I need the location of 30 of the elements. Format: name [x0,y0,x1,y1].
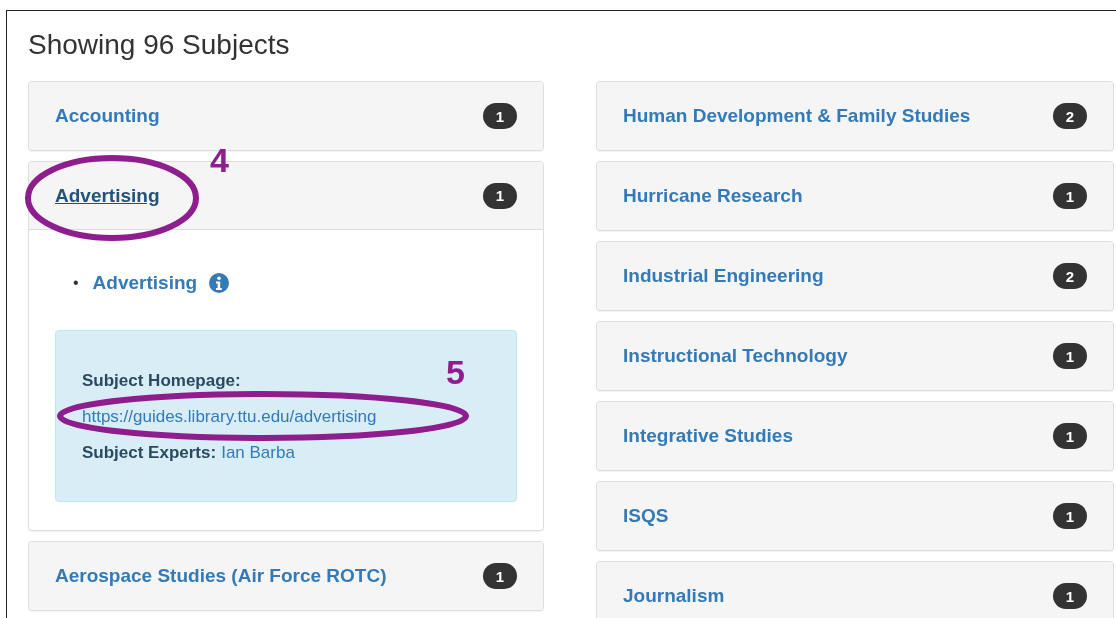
list-bullet: • [73,274,79,292]
count-badge: 1 [483,563,517,589]
subject-link[interactable]: Integrative Studies [623,425,793,447]
count-badge: 1 [1053,183,1087,209]
expert-link[interactable]: Ian Barba [221,435,295,471]
subject-link[interactable]: Hurricane Research [623,185,803,207]
subject-link[interactable]: Human Development & Family Studies [623,105,971,127]
subject-link[interactable]: Advertising [55,184,160,207]
subject-link[interactable]: Aerospace Studies (Air Force ROTC) [55,565,387,587]
count-badge: 1 [483,103,517,129]
count-badge: 2 [1053,103,1087,129]
subject-link[interactable]: Accounting [55,105,160,127]
subject-link[interactable]: Instructional Technology [623,345,848,367]
subject-link[interactable]: ISQS [623,505,669,527]
guide-link[interactable]: Advertising [92,272,198,294]
subject-link[interactable]: Journalism [623,585,725,607]
count-badge: 1 [1053,343,1087,369]
homepage-link[interactable]: https://guides.library.ttu.edu/advertising [82,407,377,426]
homepage-label: Subject Homepage: [82,370,241,392]
subject-link[interactable]: Industrial Engineering [623,265,824,287]
count-badge: 1 [1053,503,1087,529]
count-badge: 1 [1053,423,1087,449]
count-badge: 2 [1053,263,1087,289]
annotation-number: 5 [446,352,465,392]
count-badge: 1 [483,182,517,209]
count-badge: 1 [1053,583,1087,609]
experts-label: Subject Experts: [82,442,217,464]
annotation-number: 4 [210,140,229,180]
results-heading: Showing 96 Subjects [28,29,291,61]
info-icon[interactable] [209,273,230,293]
